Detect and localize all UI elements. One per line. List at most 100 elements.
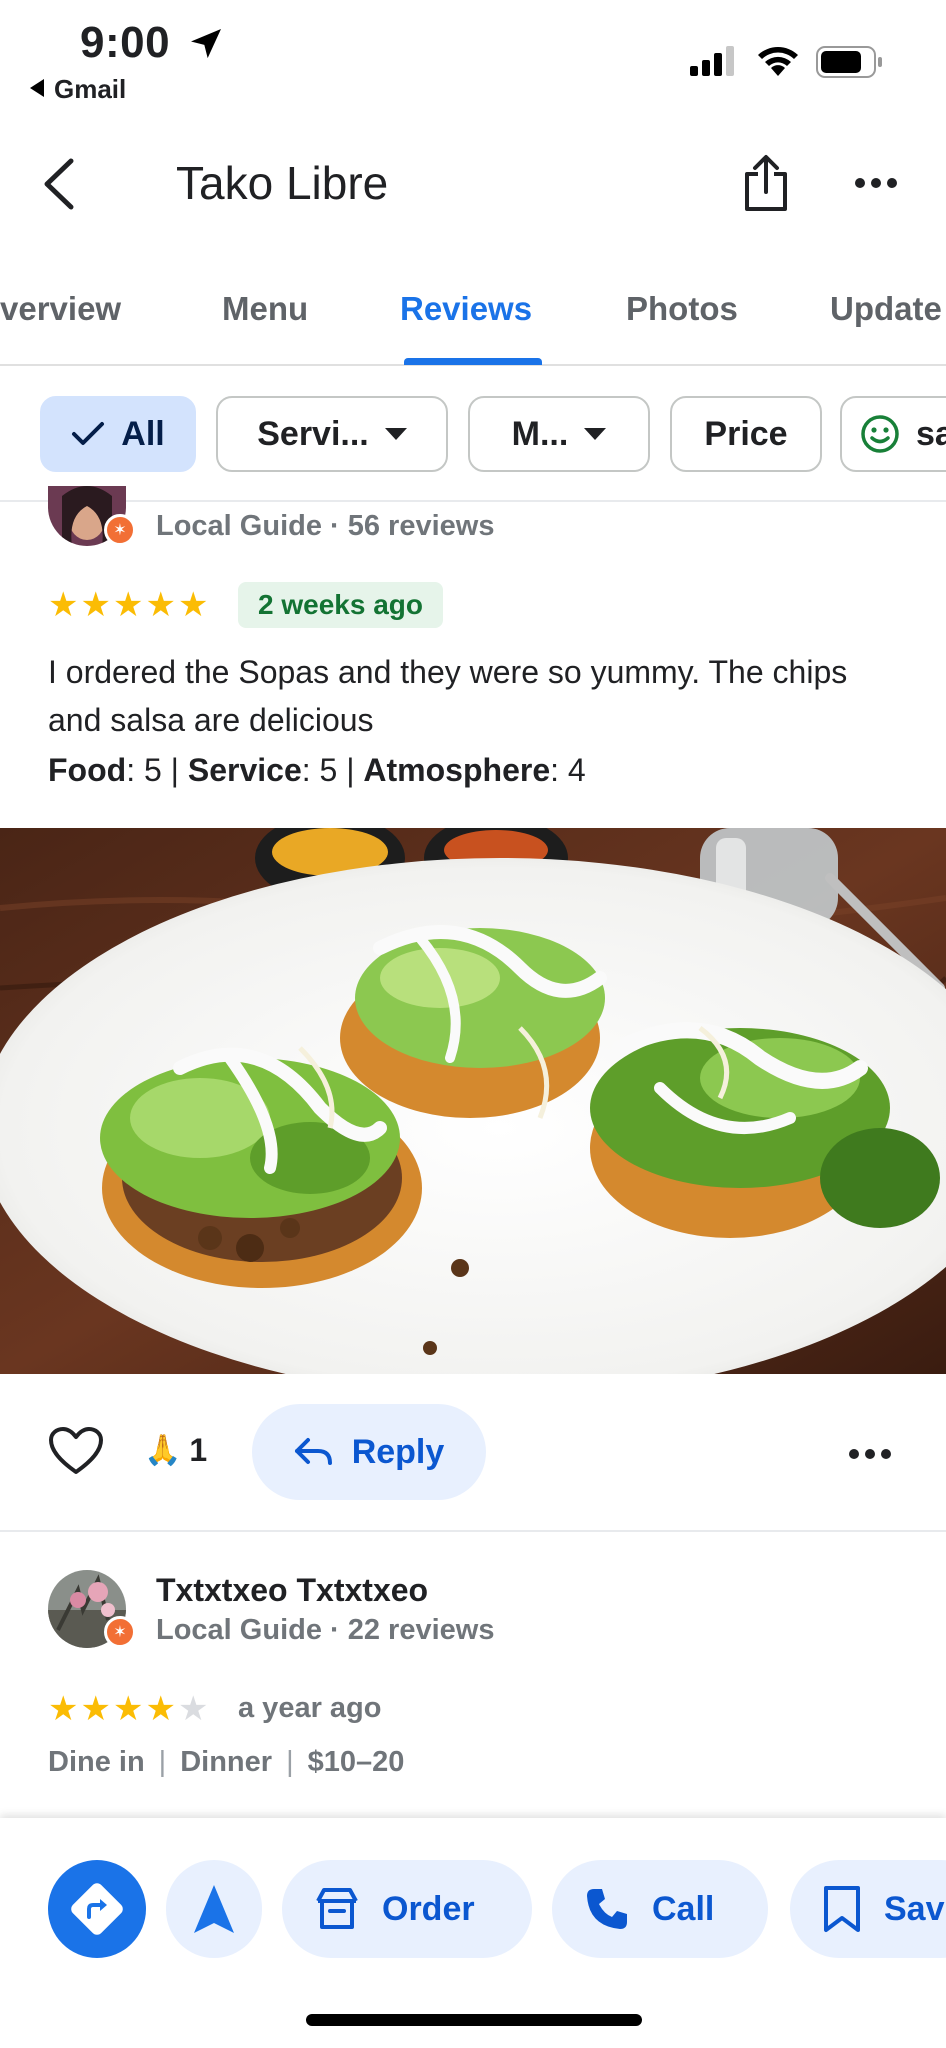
filter-chip-service-label: Servi...	[257, 414, 369, 453]
reaction-count-value: 1	[189, 1432, 208, 1468]
local-guide-badge-icon: ✶	[104, 1616, 136, 1648]
atmosphere-label: Atmosphere	[363, 752, 551, 788]
phone-icon	[587, 1889, 627, 1929]
order-button[interactable]: Order	[282, 1860, 532, 1958]
tag-dine-in: Dine in	[48, 1746, 145, 1778]
place-tabs: verview Menu Reviews Photos Update	[0, 270, 946, 366]
review-text: I ordered the Sopas and they were so yum…	[48, 654, 848, 738]
review-tags: Dine in | Dinner | $10–20	[48, 1746, 404, 1779]
service-value: : 5 |	[301, 752, 364, 788]
tag-separator: |	[286, 1746, 294, 1778]
star-filled-icon: ★	[80, 1690, 111, 1728]
reply-label: Reply	[351, 1432, 445, 1471]
back-to-app-link[interactable]: Gmail	[30, 74, 126, 105]
start-navigation-button[interactable]	[166, 1860, 262, 1958]
order-label: Order	[382, 1889, 475, 1928]
call-label: Call	[652, 1889, 715, 1928]
share-button[interactable]	[734, 148, 798, 218]
check-icon	[72, 422, 105, 445]
review-time: a year ago	[238, 1692, 382, 1724]
dropdown-caret-icon	[584, 428, 607, 440]
filter-chip-all-label: All	[121, 414, 165, 453]
filter-chip-sentiment-label: sa	[916, 414, 946, 453]
save-label: Sav	[884, 1889, 945, 1928]
review-subratings: Food: 5 | Service: 5 | Atmosphere: 4	[48, 746, 586, 794]
filter-chip-meals[interactable]: M...	[468, 396, 650, 472]
back-button[interactable]	[28, 154, 88, 214]
status-bar: 9:00 Gmail	[0, 0, 946, 120]
place-header: Tako Libre	[0, 130, 946, 240]
reviewer-meta: Local Guide · 22 reviews	[156, 1614, 495, 1646]
star-filled-icon: ★	[48, 586, 79, 624]
more-horizontal-icon	[849, 1449, 891, 1459]
location-arrow-icon	[191, 29, 221, 59]
navigation-arrow-icon	[194, 1885, 234, 1933]
wifi-icon	[758, 47, 798, 76]
active-tab-indicator	[404, 358, 542, 365]
tab-menu[interactable]: Menu	[222, 290, 308, 328]
filter-chip-price[interactable]: Price	[670, 396, 822, 472]
tag-separator: |	[158, 1746, 167, 1778]
star-filled-icon: ★	[145, 1690, 176, 1728]
filter-chip-all[interactable]: All	[40, 396, 196, 472]
more-horizontal-icon	[855, 178, 897, 188]
bookmark-icon	[824, 1886, 860, 1932]
review-filter-chips: All Servi... M... Price sa	[0, 396, 946, 476]
like-button[interactable]	[48, 1426, 108, 1482]
star-filled-icon: ★	[145, 586, 176, 624]
filter-chip-price-label: Price	[704, 414, 788, 453]
back-app-label: Gmail	[54, 74, 127, 104]
review-time-badge: 2 weeks ago	[238, 582, 443, 628]
tab-photos[interactable]: Photos	[626, 290, 738, 328]
rating-stars: ★ ★ ★ ★ ★	[48, 588, 208, 622]
service-label: Service	[187, 752, 302, 788]
star-filled-icon: ★	[112, 1690, 144, 1728]
tag-meal: Dinner	[180, 1746, 273, 1778]
reviewer-name[interactable]: Txtxtxeo Txtxtxeo	[156, 1572, 428, 1609]
star-filled-icon: ★	[112, 586, 144, 624]
review-actions: 🙏 1 Reply	[0, 1404, 946, 1500]
more-options-button[interactable]	[844, 158, 908, 208]
rating-stars: ★ ★ ★ ★ ★	[48, 1692, 208, 1726]
tag-price: $10–20	[307, 1746, 405, 1778]
call-button[interactable]: Call	[552, 1860, 768, 1958]
back-chevron-icon	[44, 158, 74, 210]
food-value: : 5 |	[126, 752, 188, 788]
heart-icon	[49, 1427, 103, 1474]
place-title: Tako Libre	[176, 157, 389, 209]
local-guide-badge-icon: ✶	[104, 514, 136, 546]
divider	[0, 1530, 946, 1532]
reply-arrow-icon	[294, 1438, 332, 1465]
star-filled-icon: ★	[177, 586, 209, 624]
battery-icon	[816, 46, 882, 78]
praying-hands-icon: 🙏	[144, 1434, 182, 1467]
back-triangle-icon	[30, 79, 44, 97]
reviewer-meta: Local Guide · 56 reviews	[156, 510, 495, 542]
dropdown-caret-icon	[384, 428, 407, 440]
filter-chip-service[interactable]: Servi...	[216, 396, 448, 472]
review-photo[interactable]	[0, 828, 946, 1374]
reply-button[interactable]: Reply	[252, 1404, 486, 1500]
divider	[0, 500, 946, 502]
atmosphere-value: : 4	[550, 752, 586, 788]
status-time: 9:00	[80, 18, 171, 67]
star-filled-icon: ★	[48, 1690, 79, 1728]
directions-button[interactable]	[48, 1860, 146, 1958]
tab-updates[interactable]: Update	[830, 290, 942, 328]
review-more-button[interactable]	[838, 1434, 902, 1474]
cellular-signal-icon	[690, 46, 734, 76]
tab-overview[interactable]: verview	[0, 290, 121, 328]
share-icon	[745, 155, 787, 211]
home-indicator[interactable]	[306, 2014, 642, 2026]
filter-chip-meals-label: M...	[511, 414, 569, 453]
star-empty-icon: ★	[177, 1690, 209, 1728]
star-filled-icon: ★	[80, 586, 111, 624]
tab-reviews[interactable]: Reviews	[400, 290, 532, 328]
reaction-count[interactable]: 🙏 1	[144, 1432, 207, 1469]
filter-chip-sentiment[interactable]: sa	[840, 396, 946, 472]
save-button[interactable]: Sav	[790, 1860, 946, 1958]
directions-icon	[71, 1883, 123, 1935]
smiley-icon	[861, 415, 899, 453]
food-label: Food	[48, 752, 127, 788]
order-storefront-icon	[316, 1888, 358, 1929]
